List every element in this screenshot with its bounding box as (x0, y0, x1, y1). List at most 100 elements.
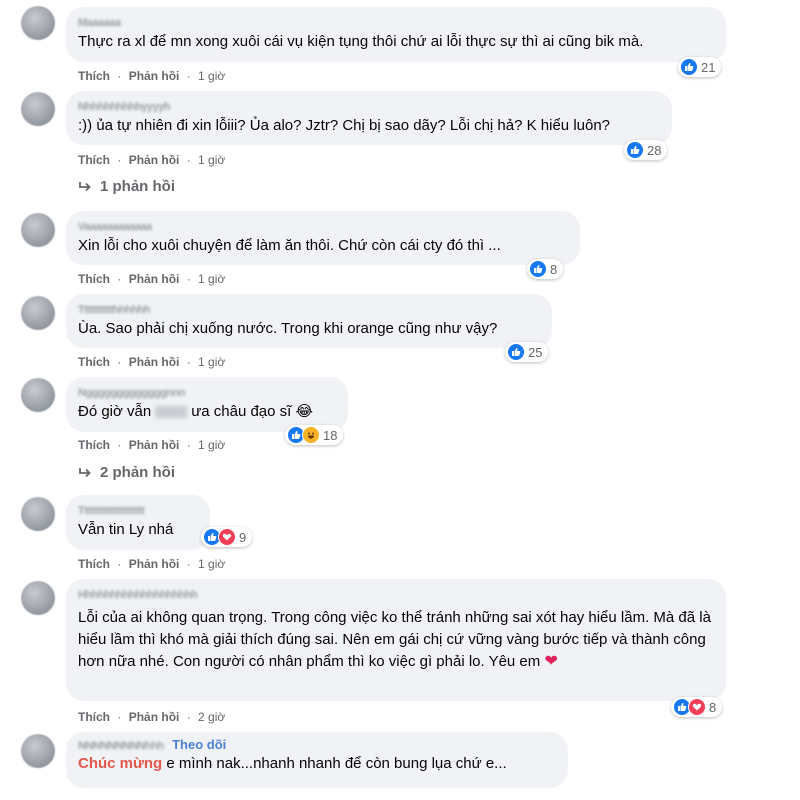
like-link[interactable]: Thích (78, 153, 110, 167)
replies-count[interactable]: 1 phản hồi (100, 178, 175, 195)
reply-link[interactable]: Phản hồi (129, 557, 180, 571)
like-reaction-icon (507, 343, 525, 361)
reaction-count: 21 (701, 59, 716, 75)
comment-time[interactable]: 1 giờ (198, 355, 225, 369)
reaction-summary[interactable]: 8 (671, 697, 723, 717)
comment-text-part: e mình nak...nhanh nhanh để còn bung lụa… (166, 755, 507, 772)
comment-bubble: Vaaaaaaaaaaaa Xin lỗi cho xuôi chuyện để… (66, 211, 580, 265)
comment-actions: Thích · Phản hồi · 1 giờ (78, 437, 225, 453)
reply-arrow-icon (79, 467, 91, 477)
view-replies-link[interactable]: 2 phản hồi (78, 464, 175, 481)
separator: · (186, 355, 191, 369)
reaction-summary[interactable]: 18 (285, 425, 344, 445)
like-reaction-icon (680, 58, 698, 76)
avatar[interactable] (21, 378, 55, 412)
love-reaction-icon (218, 528, 236, 546)
comment-text: Thực ra xl để mn xong xuôi cái vụ kiện t… (78, 33, 644, 50)
haha-reaction-icon (302, 426, 320, 444)
reaction-count: 18 (323, 427, 338, 443)
reaction-count: 25 (528, 344, 543, 360)
separator: · (186, 710, 191, 724)
separator: · (117, 272, 122, 286)
comment-bubble: Maaaaaa Thực ra xl để mn xong xuôi cái v… (66, 7, 726, 62)
reply-link[interactable]: Phản hồi (129, 710, 180, 724)
commenter-name[interactable]: Tttttttttttttttttttt (78, 504, 145, 518)
comment-time[interactable]: 1 giờ (198, 272, 225, 286)
separator: · (117, 710, 122, 724)
like-link[interactable]: Thích (78, 272, 110, 286)
comment-text: Vẫn tin Ly nhá (78, 521, 174, 538)
avatar[interactable] (21, 581, 55, 615)
comment-text-part: Đó giờ vẫn (78, 403, 152, 420)
reaction-summary[interactable]: 9 (201, 527, 253, 547)
like-link[interactable]: Thích (78, 557, 110, 571)
reaction-count: 8 (709, 699, 717, 715)
view-replies-link[interactable]: 1 phản hồi (78, 178, 175, 195)
redacted-text (155, 406, 188, 419)
comment-time[interactable]: 2 giờ (198, 710, 225, 724)
reaction-summary[interactable]: 28 (624, 140, 668, 160)
replies-count[interactable]: 2 phản hồi (100, 464, 175, 481)
like-link[interactable]: Thích (78, 69, 110, 83)
commenter-name[interactable]: Maaaaaa (78, 16, 121, 30)
like-reaction-icon (626, 141, 644, 159)
separator: · (186, 69, 191, 83)
commenter-name[interactable]: Ngggggggggggggnnn (78, 386, 185, 400)
like-link[interactable]: Thích (78, 355, 110, 369)
comment-time[interactable]: 1 giờ (198, 438, 225, 452)
comment-text: Ùa. Sao phải chị xuống nước. Trong khi o… (78, 320, 498, 337)
avatar[interactable] (21, 497, 55, 531)
comment-bubble: NNNNNNNNNhhh Theo dõi Chúc mừng e mình n… (66, 732, 568, 788)
separator: · (117, 69, 122, 83)
like-link[interactable]: Thích (78, 710, 110, 724)
comment-time[interactable]: 1 giờ (198, 69, 225, 83)
avatar[interactable] (21, 6, 55, 40)
reaction-count: 8 (550, 261, 558, 277)
avatar[interactable] (21, 92, 55, 126)
separator: · (186, 272, 191, 286)
like-link[interactable]: Thích (78, 438, 110, 452)
reply-link[interactable]: Phản hồi (129, 438, 180, 452)
like-reaction-icon (529, 260, 547, 278)
comment-actions: Thích · Phản hồi · 1 giờ (78, 556, 225, 572)
comment-bubble: Nhhhhhhhhhyyyyh :)) ủa tự nhiên đi xin l… (66, 91, 672, 145)
follow-link[interactable]: Theo dõi (172, 738, 226, 752)
separator: · (117, 355, 122, 369)
comment-actions: Thích · Phản hồi · 1 giờ (78, 152, 225, 168)
highlighted-text: Chúc mừng (78, 755, 163, 772)
reply-link[interactable]: Phản hồi (129, 153, 180, 167)
commenter-name[interactable]: Vaaaaaaaaaaaa (78, 220, 152, 234)
reaction-summary[interactable]: 25 (505, 342, 549, 362)
comment-text: :)) ủa tự nhiên đi xin lỗiii? Ủa alo? Jz… (78, 117, 611, 134)
comment-bubble: Tttttttttthhhhhh Ùa. Sao phải chị xuống … (66, 294, 552, 348)
commenter-name[interactable]: Tttttttttthhhhhh (78, 303, 151, 317)
comment-bubble: Tttttttttttttttttttt Vẫn tin Ly nhá (66, 495, 210, 550)
commenter-name[interactable]: NNNNNNNNNhhh (78, 739, 164, 753)
avatar[interactable] (21, 296, 55, 330)
comment-actions: Thích · Phản hồi · 1 giờ (78, 271, 225, 287)
comment-time[interactable]: 1 giờ (198, 153, 225, 167)
reply-link[interactable]: Phản hồi (129, 69, 180, 83)
reply-link[interactable]: Phản hồi (129, 355, 180, 369)
commenter-name[interactable]: Hhhhhhhhhhhhhhhhhhh (78, 588, 198, 602)
comment-text: Đó giờ vẫn ưa châu đạo sĩ 😂 (78, 401, 336, 423)
comment-actions: Thích · Phản hồi · 2 giờ (78, 709, 225, 725)
reply-link[interactable]: Phản hồi (129, 272, 180, 286)
heart-emoji: ❤ (544, 653, 558, 670)
comment-time[interactable]: 1 giờ (198, 557, 225, 571)
comment-text: Xin lỗi cho xuôi chuyện để làm ăn thôi. … (78, 237, 501, 254)
separator: · (186, 557, 191, 571)
reaction-summary[interactable]: 8 (527, 259, 564, 279)
comment-text: Chúc mừng e mình nak...nhanh nhanh để cò… (78, 753, 556, 775)
comment-text-part: ưa châu đạo sĩ 😂 (191, 403, 314, 420)
avatar[interactable] (21, 213, 55, 247)
reaction-summary[interactable]: 21 (678, 57, 722, 77)
commenter-name[interactable]: Nhhhhhhhhhyyyyh (78, 100, 171, 114)
avatar[interactable] (21, 734, 55, 768)
separator: · (186, 153, 191, 167)
reply-arrow-icon (79, 181, 91, 191)
comment-actions: Thích · Phản hồi · 1 giờ (78, 354, 225, 370)
comment-bubble: Ngggggggggggggnnn Đó giờ vẫn ưa châu đạo … (66, 377, 348, 432)
separator: · (117, 153, 122, 167)
separator: · (117, 557, 122, 571)
